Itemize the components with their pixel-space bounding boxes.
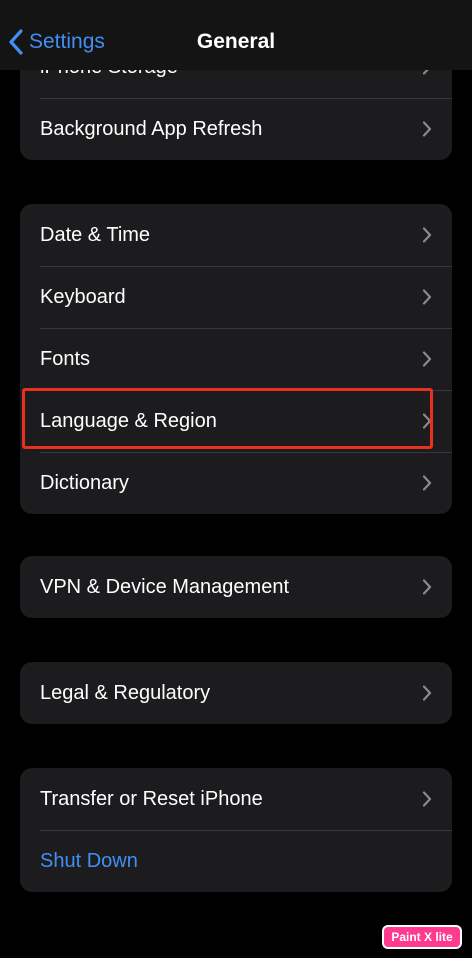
page-title: General [196,30,276,53]
shut-down-label: Shut Down [40,849,138,872]
row-fonts[interactable]: Fonts [20,328,452,390]
row-background-app-refresh[interactable]: Background App Refresh [20,98,452,160]
row-label: VPN & Device Management [40,575,290,598]
navigation-bar: Settings General [0,0,472,70]
shut-down-button[interactable]: Shut Down [20,830,452,892]
highlight-box [22,388,433,449]
settings-group-vpn: VPN & Device Management [20,556,452,618]
chevron-right-icon [422,121,432,137]
row-label: Background App Refresh [40,117,263,140]
row-label: Dictionary [40,471,129,494]
row-keyboard[interactable]: Keyboard [20,266,452,328]
row-transfer-reset-iphone[interactable]: Transfer or Reset iPhone [20,768,452,830]
row-vpn-device-management[interactable]: VPN & Device Management [20,556,452,618]
row-label: Keyboard [40,285,126,308]
row-date-time[interactable]: Date & Time [20,204,452,266]
chevron-right-icon [422,351,432,367]
chevron-right-icon [422,227,432,243]
row-dictionary[interactable]: Dictionary [20,452,452,514]
row-label: Transfer or Reset iPhone [40,787,263,810]
chevron-right-icon [422,289,432,305]
chevron-right-icon [422,579,432,595]
chevron-right-icon [422,685,432,701]
row-label: Legal & Regulatory [40,681,211,704]
row-label: Date & Time [40,223,151,246]
settings-group-locale: Date & Time Keyboard Fonts Language & Re… [20,204,452,514]
chevron-right-icon [422,791,432,807]
row-legal-regulatory[interactable]: Legal & Regulatory [20,662,452,724]
chevron-right-icon [422,475,432,491]
settings-group-legal: Legal & Regulatory [20,662,452,724]
settings-group-reset: Transfer or Reset iPhone Shut Down [20,768,452,892]
watermark-badge: Paint X lite [382,925,462,949]
settings-general-screen: Settings General iPhone Storage Backgrou… [0,0,472,958]
row-label: Fonts [40,347,91,370]
